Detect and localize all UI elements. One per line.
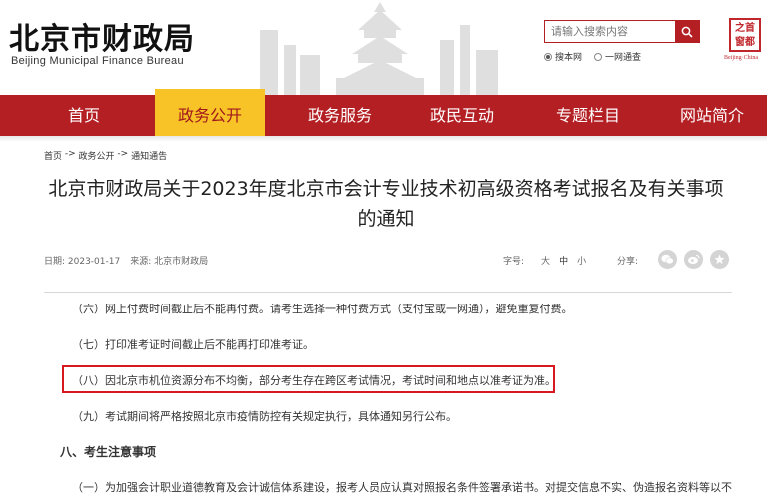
breadcrumb: 首页 -> 政务公开 -> 通知通告 [44,149,167,162]
article-title-line2: 的通知 [357,208,415,230]
breadcrumb-separator: -> [62,149,79,159]
font-size-small[interactable]: 小 [577,254,586,267]
search-scope-options: 搜本网 一网通查 [544,50,641,63]
font-size-label: 字号: [503,257,525,267]
font-size-large[interactable]: 大 [541,254,550,267]
share-label: 分享: [617,257,639,267]
weibo-icon[interactable] [684,250,703,269]
main-nav: 首页 政务公开 政务服务 政民互动 专题栏目 网站简介 [0,89,767,136]
font-size-switch: 字号: 大 中 小 [503,254,586,267]
capital-window-seal-logo[interactable]: 之 首 窗 都 [729,18,761,52]
site-logo-title[interactable]: 北京市财政局 [9,14,195,58]
search-icon [681,26,693,38]
article-paragraph-6: （六）网上付费时间截止后不能再付费。请考生选择一种付费方式（支付宝或一网通），避… [72,302,573,315]
seal-char: 都 [745,36,755,48]
site-logo-subtitle: Beijing Municipal Finance Bureau [11,55,184,67]
search-input[interactable] [545,21,675,42]
site-header: 北京市财政局 Beijing Municipal Finance Bureau … [0,0,767,95]
nav-government-services[interactable]: 政务服务 [290,95,390,136]
breadcrumb-home[interactable]: 首页 [44,149,62,162]
search-scope-all-label: 一网通查 [605,53,642,63]
radio-selected-icon [544,52,552,61]
breadcrumb-notices[interactable]: 通知通告 [131,149,167,162]
nav-home[interactable]: 首页 [44,95,124,136]
article-paragraph-9: （九）考试期间将严格按照北京市疫情防控有关规定执行，具体通知另行公布。 [72,410,457,423]
search-scope-all[interactable]: 一网通查 [594,50,641,63]
wechat-icon[interactable] [658,250,677,269]
nav-shadow [0,136,767,142]
share-buttons [658,250,729,269]
seal-subtitle: Beijing·China [724,55,758,61]
article-paragraph-10: （一）为加强会计职业道德教育及会计诚信体系建设，报考人员应认真对照报名条件签署承… [72,481,732,494]
search-button[interactable] [675,21,699,42]
article-meta: 日期: 2023-01-17 来源: 北京市财政局 [44,254,208,267]
font-size-medium[interactable]: 中 [559,254,568,267]
article-paragraph-7: （七）打印准考证时间截止后不能再打印准考证。 [72,338,314,351]
search-box [544,20,700,43]
search-scope-site[interactable]: 搜本网 [544,50,582,63]
nav-site-intro[interactable]: 网站简介 [662,95,762,136]
breadcrumb-government-affairs[interactable]: 政务公开 [79,149,115,162]
nav-government-affairs-open[interactable]: 政务公开 [155,89,265,136]
seal-char: 窗 [735,36,745,48]
star-icon[interactable] [710,250,729,269]
article-section-heading: 八、考生注意事项 [60,445,157,459]
article-title-line1: 北京市财政局关于2023年度北京市会计专业技术初高级资格考试报名及有关事项 [48,178,724,200]
seal-char: 首 [745,22,755,34]
article-date: 日期: 2023-01-17 [44,257,121,267]
breadcrumb-separator: -> [114,149,132,159]
search-scope-site-label: 搜本网 [555,53,583,63]
radio-unselected-icon [594,52,603,61]
article-source: 来源: 北京市财政局 [130,257,209,267]
meta-divider [44,292,732,293]
seal-char: 之 [735,22,745,34]
article-title: 北京市财政局关于2023年度北京市会计专业技术初高级资格考试报名及有关事项 的通… [30,174,742,234]
nav-special-topics[interactable]: 专题栏目 [538,95,638,136]
nav-public-interaction[interactable]: 政民互动 [412,95,512,136]
temple-of-heaven-skyline-image [260,2,498,95]
highlight-box [62,365,555,393]
